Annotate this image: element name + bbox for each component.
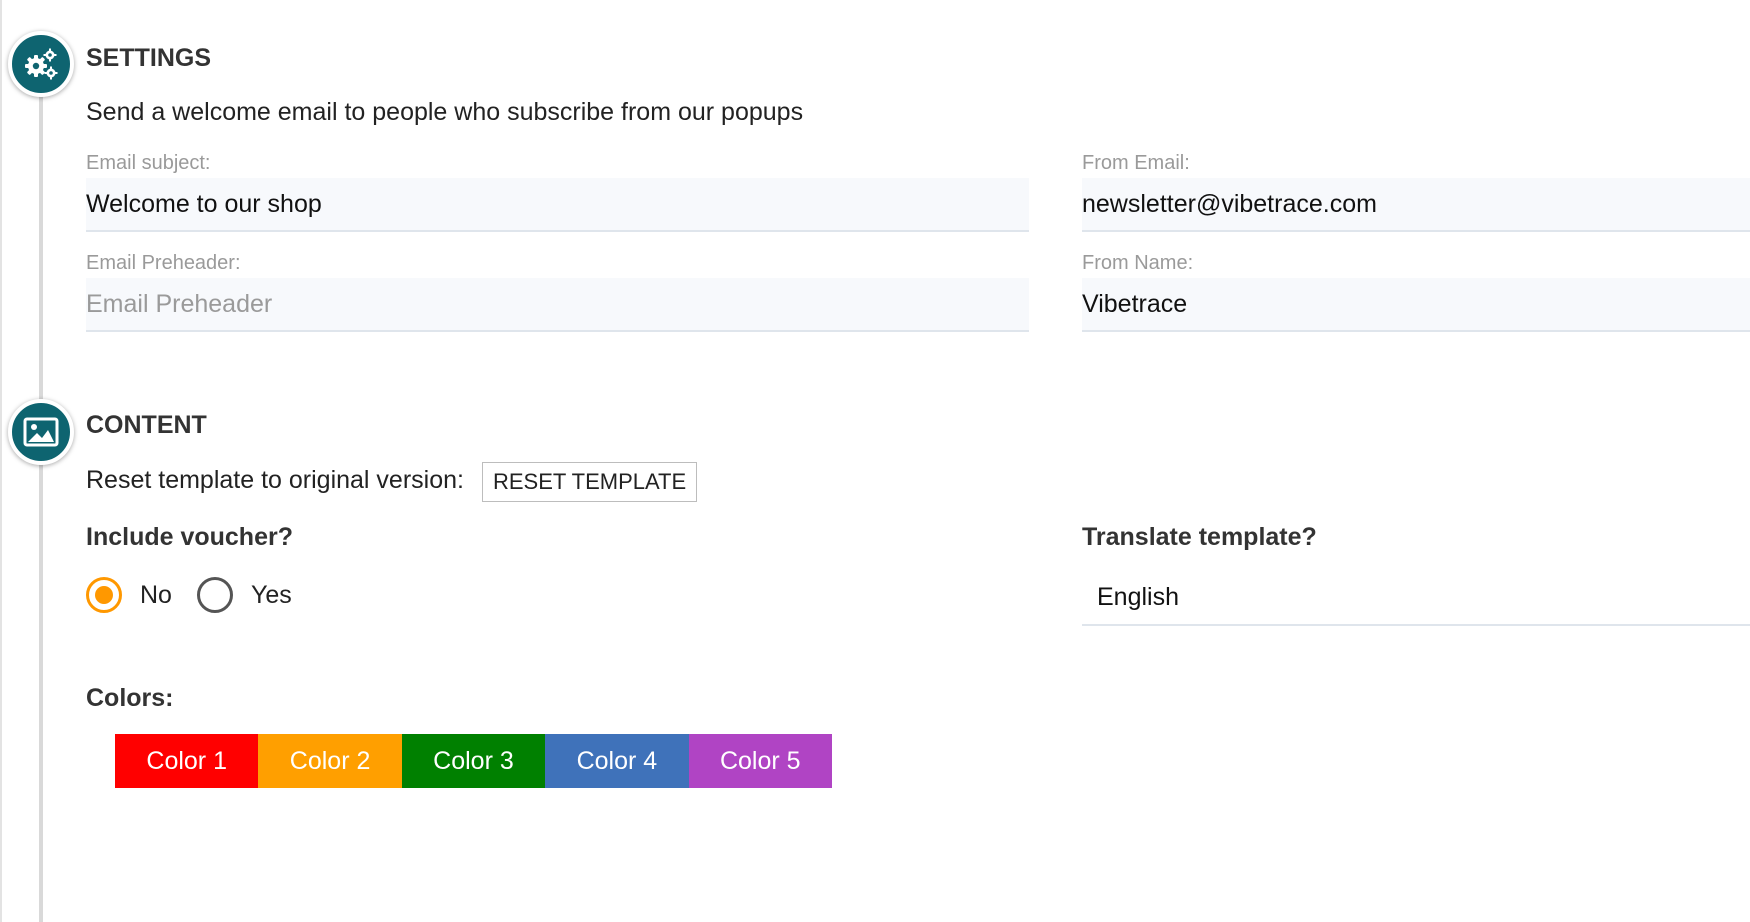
color-swatch-3[interactable]: Color 3 xyxy=(401,734,546,788)
from-name-field[interactable]: Vibetrace xyxy=(1082,278,1750,332)
gears-icon xyxy=(25,48,58,80)
settings-description: Send a welcome email to people who subsc… xyxy=(86,98,804,126)
email-preheader-field[interactable]: Email Preheader xyxy=(86,278,1029,332)
reset-template-button[interactable]: RESET TEMPLATE xyxy=(482,462,698,502)
content-step-icon xyxy=(8,399,74,465)
left-border xyxy=(0,0,2,922)
include-voucher-label: Include voucher? xyxy=(86,523,293,551)
voucher-yes-label[interactable]: Yes xyxy=(251,581,292,610)
from-email-label: From Email: xyxy=(1082,152,1190,174)
email-subject-value: Welcome to our shop xyxy=(86,189,322,218)
color-swatch-4[interactable]: Color 4 xyxy=(545,734,689,788)
color-swatch-5[interactable]: Color 5 xyxy=(688,734,832,788)
reset-template-text: Reset template to original version: xyxy=(86,466,464,494)
voucher-yes-radio[interactable] xyxy=(197,577,233,613)
from-email-field[interactable]: newsletter@vibetrace.com xyxy=(1082,178,1750,232)
language-select[interactable]: English xyxy=(1082,570,1750,626)
language-select-value: English xyxy=(1097,582,1179,611)
voucher-no-label[interactable]: No xyxy=(140,581,172,610)
translate-template-label: Translate template? xyxy=(1082,523,1317,551)
voucher-no-radio[interactable] xyxy=(86,577,122,613)
from-email-value: newsletter@vibetrace.com xyxy=(1082,189,1377,218)
from-name-value: Vibetrace xyxy=(1082,289,1188,318)
settings-title: SETTINGS xyxy=(86,44,212,72)
email-subject-field[interactable]: Welcome to our shop xyxy=(86,178,1029,232)
color-swatch-2[interactable]: Color 2 xyxy=(258,734,402,788)
image-icon xyxy=(23,417,59,447)
email-subject-label: Email subject: xyxy=(86,152,211,174)
settings-step-icon xyxy=(8,31,74,97)
email-preheader-label: Email Preheader: xyxy=(86,252,241,274)
color-swatches: Color 1 Color 2 Color 3 Color 4 Color 5 xyxy=(115,734,832,788)
colors-label: Colors: xyxy=(86,684,174,712)
radio-selected-dot xyxy=(95,586,113,604)
email-preheader-placeholder: Email Preheader xyxy=(86,289,273,318)
content-title: CONTENT xyxy=(86,411,207,439)
from-name-label: From Name: xyxy=(1082,252,1194,274)
timeline-line xyxy=(39,64,43,922)
color-swatch-1[interactable]: Color 1 xyxy=(115,734,259,788)
